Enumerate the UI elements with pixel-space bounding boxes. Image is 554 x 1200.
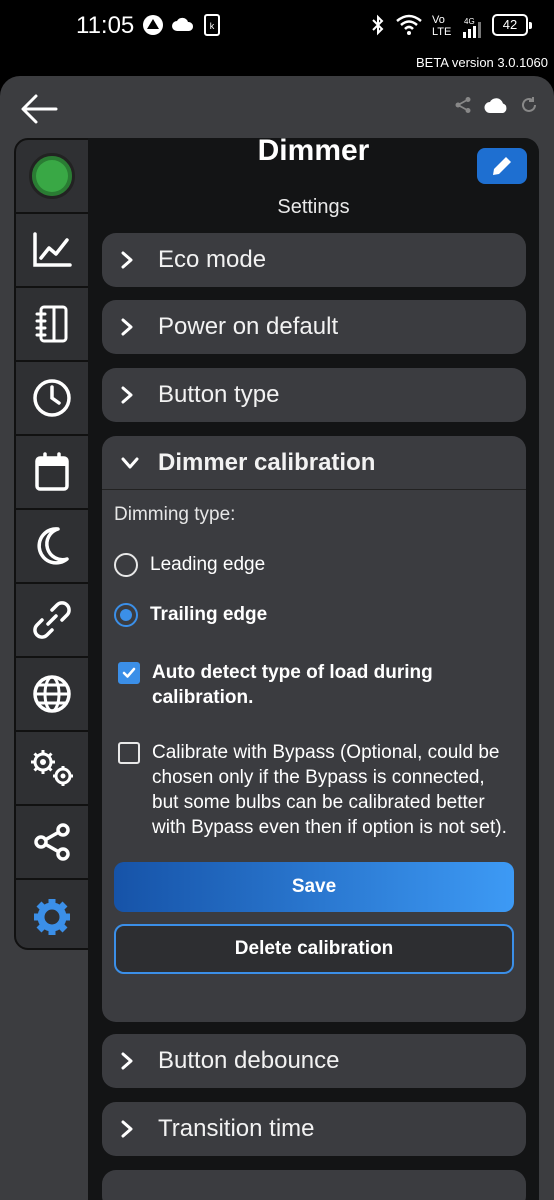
checkbox-bypass[interactable]: Calibrate with Bypass (Optional, could b… (114, 740, 514, 840)
checkbox-label: Auto detect type of load during calibrat… (152, 662, 433, 708)
top-actions (454, 96, 538, 119)
checkbox-label: Calibrate with Bypass (Optional, could b… (152, 742, 507, 838)
chevron-right-icon (120, 317, 142, 337)
chart-icon (33, 232, 72, 267)
section-transition-time[interactable]: Transition time (102, 1102, 526, 1156)
section-button-debounce[interactable]: Button debounce (102, 1034, 526, 1088)
beta-version-label: BETA version 3.0.1060 (415, 55, 548, 70)
status-time: 11:05 (76, 12, 135, 39)
section-eco-mode[interactable]: Eco mode (102, 233, 526, 287)
section-button-type[interactable]: Button type (102, 368, 526, 422)
sim-notification-icon: k (204, 14, 220, 42)
cloud-icon[interactable] (484, 96, 508, 119)
globe-icon (33, 675, 71, 713)
chevron-right-icon (120, 1119, 142, 1139)
chevron-right-icon (120, 385, 142, 405)
chevron-right-icon (120, 250, 142, 270)
sidebar-item-advanced[interactable] (16, 732, 88, 806)
save-button[interactable]: Save (114, 862, 514, 912)
moon-icon (37, 527, 69, 565)
sidebar-item-device[interactable] (16, 140, 88, 214)
device-title: Dimmer (257, 138, 370, 167)
section-header[interactable]: Dimmer calibration (102, 436, 526, 490)
section-label: Transition time (158, 1115, 315, 1142)
section-label: Button type (158, 381, 280, 408)
check-icon (122, 667, 136, 678)
dimming-type-label: Dimming type: (114, 504, 236, 525)
sidebar-item-sharing[interactable] (16, 806, 88, 880)
sidebar-item-log[interactable] (16, 288, 88, 362)
wifi-icon (396, 14, 422, 42)
app-window: Dimmer Settings Eco mode Power on defaul… (0, 76, 554, 1200)
sidebar-item-actions[interactable] (16, 584, 88, 658)
network-type: Vo LTE (432, 14, 452, 38)
section-label: Power on default (158, 313, 339, 340)
checkbox-auto-detect[interactable]: Auto detect type of load during calibrat… (114, 660, 514, 710)
settings-panel: Dimmer Settings Eco mode Power on defaul… (88, 138, 539, 1200)
cloud-notification-icon (172, 14, 194, 38)
sidebar-item-settings[interactable] (16, 880, 88, 948)
battery-indicator: 42 (492, 14, 532, 36)
svg-text:k: k (210, 21, 215, 31)
checkbox-unchecked[interactable] (118, 742, 140, 764)
sidebar-item-calendar[interactable] (16, 436, 88, 510)
link-icon (33, 601, 71, 639)
radio-button-selected[interactable] (114, 603, 138, 627)
pencil-icon (493, 157, 511, 175)
sidebar-item-schedule[interactable] (16, 362, 88, 436)
section-label: Button debounce (158, 1047, 340, 1074)
delete-calibration-button[interactable]: Delete calibration (114, 924, 514, 974)
edit-button[interactable] (477, 148, 527, 184)
section-next-partial[interactable] (102, 1170, 526, 1200)
bluetooth-icon (370, 14, 386, 42)
radio-label: Leading edge (150, 554, 266, 575)
sidebar-item-internet[interactable] (16, 658, 88, 732)
chevron-down-icon (120, 456, 142, 470)
share-icon[interactable] (454, 96, 472, 119)
calendar-icon (35, 452, 69, 491)
notebook-icon (35, 305, 68, 343)
section-label: Eco mode (158, 246, 267, 273)
status-bar: 11:05 k Vo LTE 4G 42 (0, 0, 554, 52)
checkbox-checked[interactable] (118, 662, 140, 684)
section-power-on-default[interactable]: Power on default (102, 300, 526, 354)
device-avatar (29, 153, 75, 199)
sidebar-item-night[interactable] (16, 510, 88, 584)
signal-icon (462, 20, 482, 44)
section-dimmer-calibration: Dimmer calibration Dimming type: Leading… (102, 436, 526, 1022)
sidebar (14, 138, 90, 950)
arrow-left-icon (21, 94, 58, 124)
radio-trailing-edge[interactable]: Trailing edge (114, 590, 514, 640)
sidebar-item-statistics[interactable] (16, 214, 88, 288)
share-icon (34, 823, 70, 861)
radio-button[interactable] (114, 553, 138, 577)
clock-icon (33, 379, 71, 417)
radio-label: Trailing edge (150, 604, 268, 625)
section-label: Dimmer calibration (158, 448, 376, 476)
refresh-icon[interactable] (520, 96, 538, 119)
app-notification-icon (142, 14, 164, 42)
back-button[interactable] (20, 92, 60, 126)
page-subtitle: Settings (277, 196, 350, 218)
gears-icon (31, 750, 73, 786)
radio-leading-edge[interactable]: Leading edge (114, 540, 514, 590)
gear-icon (34, 899, 70, 935)
chevron-right-icon (120, 1051, 142, 1071)
